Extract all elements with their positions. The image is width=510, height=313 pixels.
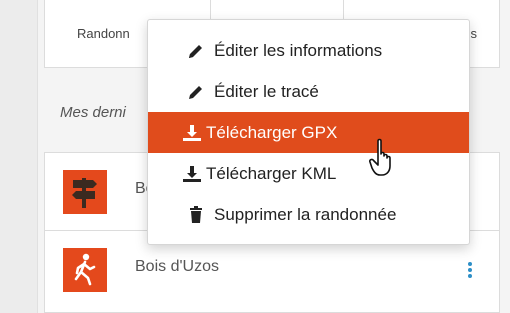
menu-item-label: Éditer les informations xyxy=(214,40,383,60)
kebab-dot xyxy=(468,262,472,266)
trash-icon xyxy=(186,205,206,224)
menu-item-label: Télécharger KML xyxy=(206,163,337,183)
hiker-icon xyxy=(63,248,107,292)
menu-item-label: Télécharger GPX xyxy=(206,122,338,142)
menu-item-download-gpx[interactable]: Télécharger GPX xyxy=(148,112,469,153)
signpost-icon xyxy=(63,170,107,214)
pencil-icon xyxy=(186,42,206,60)
hike-name: Bois d'Uzos xyxy=(135,258,219,275)
menu-item-label: Supprimer la randonnée xyxy=(214,204,397,224)
more-options-button[interactable] xyxy=(463,259,477,281)
hand-pointer-cursor-icon xyxy=(369,138,399,178)
menu-item-delete[interactable]: Supprimer la randonnée xyxy=(148,194,469,235)
context-menu: Éditer les informations Éditer le tracé … xyxy=(147,19,470,245)
section-title: Mes derni xyxy=(60,104,126,121)
menu-item-label: Éditer le tracé xyxy=(214,81,319,101)
menu-item-download-kml[interactable]: Télécharger KML xyxy=(148,153,469,194)
pencil-icon xyxy=(186,83,206,101)
kebab-dot xyxy=(468,268,472,272)
menu-item-edit-track[interactable]: Éditer le tracé xyxy=(148,71,469,112)
kebab-dot xyxy=(468,274,472,278)
left-gutter xyxy=(0,0,38,313)
menu-item-edit-info[interactable]: Éditer les informations xyxy=(148,30,469,71)
download-icon xyxy=(182,124,202,142)
download-icon xyxy=(182,165,202,183)
